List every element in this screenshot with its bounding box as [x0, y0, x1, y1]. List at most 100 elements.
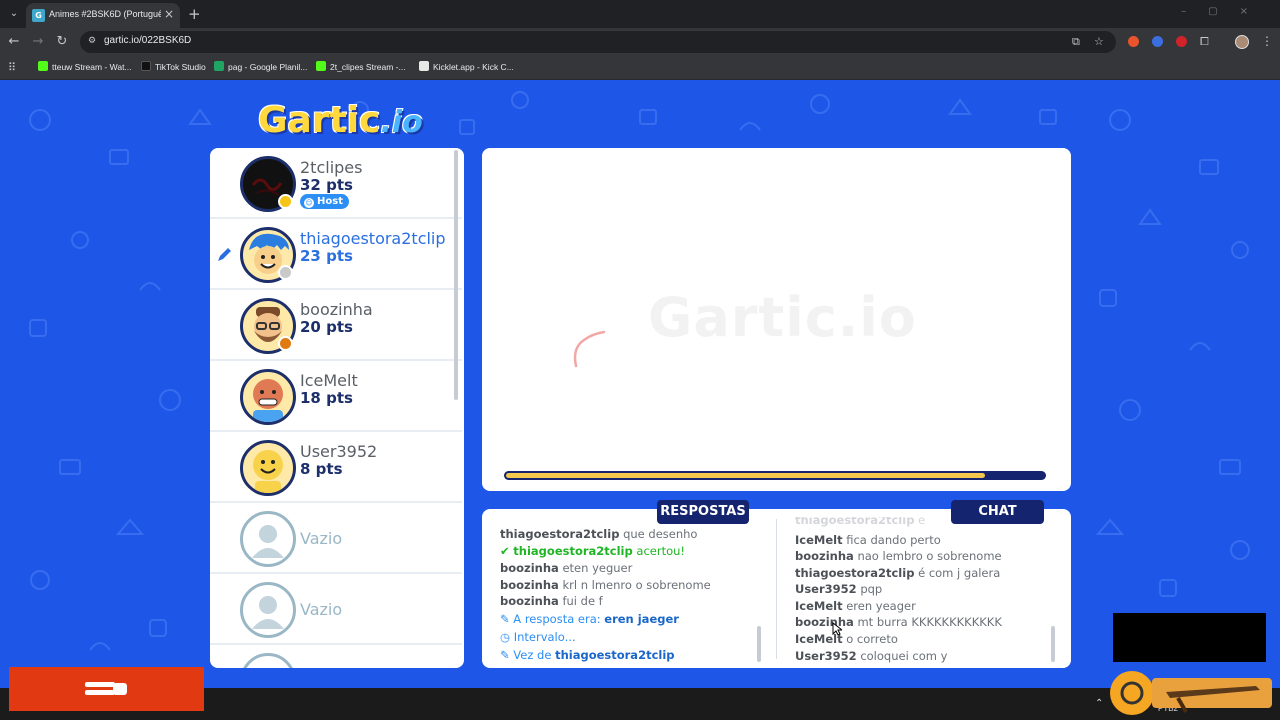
host-badge: ☺ Host: [300, 194, 349, 209]
extensions-puzzle-icon[interactable]: ⧠: [1200, 35, 1209, 49]
panel-divider: [776, 519, 777, 659]
browser-tab-active[interactable]: G Animes #2BSK6D (Português) - ×: [26, 3, 180, 28]
pencil-icon: ✎: [500, 612, 510, 626]
player-name: boozinha: [300, 300, 373, 319]
empty-slot-label: Vazio: [300, 600, 343, 619]
chat-message: IceMelt o correto: [795, 632, 898, 646]
mouse-cursor-icon: [832, 622, 842, 636]
tab-chat[interactable]: CHAT: [951, 500, 1044, 524]
bookmark-item[interactable]: Kicklet.app - Kick C...: [419, 61, 514, 75]
player-row[interactable]: thiagoestora2tclip 23 pts: [210, 219, 462, 290]
status-dot: [278, 194, 293, 209]
empty-avatar-icon: [240, 582, 296, 638]
answer-correct-message: ✔ thiagoestora2tclip acertou!: [500, 544, 686, 558]
answer-message: boozinha fui de f: [500, 594, 603, 608]
answer-message: thiagoestora2tclip que desenho: [500, 527, 698, 541]
empty-avatar-icon: [240, 653, 296, 668]
stream-logo-icon: [85, 682, 127, 695]
extension-icon[interactable]: [1128, 36, 1139, 47]
tab-answers[interactable]: RESPOSTAS: [657, 500, 749, 524]
browser-tabbar: ⌄ G Animes #2BSK6D (Português) - × + –▢×: [0, 0, 1280, 28]
check-icon: ✔: [500, 544, 510, 558]
answer-reveal-message: ✎ A resposta era: eren jaeger: [500, 612, 679, 626]
pencil-icon: [218, 248, 231, 261]
bald-avatar-image: [253, 379, 283, 422]
tray-expand-icon[interactable]: ⌃: [1095, 698, 1103, 709]
player-points: 32 pts: [300, 176, 353, 194]
forward-icon[interactable]: →: [30, 34, 46, 50]
player-row[interactable]: User3952 8 pts: [210, 432, 462, 503]
browser-toolbar: ← → ↻ ⚙ gartic.io/022BSK6D ⧉ ☆ ⧠ ⋮: [0, 28, 1280, 56]
answer-message: boozinha eten yeguer: [500, 561, 633, 575]
extension-icon[interactable]: [1176, 36, 1187, 47]
install-app-icon[interactable]: ⧉: [1072, 35, 1080, 49]
player-points: 18 pts: [300, 389, 353, 407]
drawing-canvas[interactable]: Gartic.io: [482, 148, 1071, 491]
clock-icon: ◷: [500, 630, 511, 644]
drawing-stroke: [573, 330, 606, 368]
chat-message: User3952 coloquei com y: [795, 649, 948, 663]
answers-scrollbar[interactable]: [757, 626, 761, 662]
back-icon[interactable]: ←: [6, 34, 22, 50]
timer-bar-fill: [506, 473, 985, 478]
address-bar[interactable]: ⚙ gartic.io/022BSK6D ⧉ ☆: [80, 31, 1116, 53]
status-dot: [278, 265, 293, 280]
profile-avatar[interactable]: [1235, 35, 1249, 49]
player-points: 20 pts: [300, 318, 353, 336]
players-scrollbar[interactable]: [454, 150, 458, 400]
webcam-overlay: [1113, 613, 1266, 662]
chat-message: IceMelt fica dando perto: [795, 533, 941, 547]
site-info-icon[interactable]: ⚙: [88, 36, 99, 47]
bookmark-item[interactable]: TikTok Studio: [141, 61, 206, 75]
url-text[interactable]: gartic.io/022BSK6D: [104, 35, 191, 46]
player-points: 8 pts: [300, 460, 343, 478]
bookmarks-bar: ⠿ tteuw Stream - Wat... TikTok Studio pa…: [0, 56, 1280, 80]
player-row[interactable]: boozinha 20 pts: [210, 290, 462, 361]
empty-slot[interactable]: Vazio: [210, 574, 462, 645]
player-name: User3952: [300, 442, 378, 461]
tab-search-icon[interactable]: ⌄: [6, 6, 22, 22]
gartic-favicon-icon: G: [32, 9, 45, 22]
answer-message: boozinha krl n lmenro o sobrenome: [500, 578, 711, 592]
reload-icon[interactable]: ↻: [54, 34, 70, 50]
bookmark-star-icon[interactable]: ☆: [1094, 35, 1104, 48]
kicklet-icon: [419, 61, 429, 71]
player-name: 2tclipes: [300, 158, 363, 177]
chat-message: User3952 pqp: [795, 582, 883, 596]
bookmark-item[interactable]: pag - Google Planil...: [214, 61, 307, 75]
empty-slot[interactable]: Vazio: [210, 503, 462, 574]
tab-title: Animes #2BSK6D (Português) -: [49, 9, 161, 19]
chat-scrollbar[interactable]: [1051, 626, 1055, 662]
avatar: [240, 440, 296, 496]
new-tab-icon[interactable]: +: [188, 5, 201, 23]
pencil-icon: ✎: [500, 648, 510, 662]
sheets-icon: [214, 61, 224, 71]
extension-icon[interactable]: [1152, 36, 1163, 47]
host-icon: ☺: [304, 198, 314, 208]
timer-bar: [504, 471, 1046, 480]
browser-menu-icon[interactable]: ⋮: [1261, 34, 1273, 48]
player-name: IceMelt: [300, 371, 358, 390]
chat-message: thiagoestora2tclip é com j galera: [795, 566, 1001, 580]
empty-avatar-icon: [240, 511, 296, 567]
chat-message: IceMelt eren yeager: [795, 599, 916, 613]
tiktok-icon: [141, 61, 151, 71]
chat-message: boozinha mt burra KKKKKKKKKKKK: [795, 615, 1002, 629]
kick-icon: [38, 61, 48, 71]
bookmark-item[interactable]: tteuw Stream - Wat...: [38, 61, 132, 75]
chat-message: boozinha nao lembro o sobrenome: [795, 549, 1002, 563]
chat-message: thiagoestora2tclip é: [795, 517, 926, 527]
bookmark-item[interactable]: 2t_clipes Stream -...: [316, 61, 406, 75]
window-controls[interactable]: –▢×: [1181, 6, 1270, 17]
gartic-logo: Gartic.io: [258, 100, 423, 141]
weapon-skin-overlay: [1110, 671, 1272, 715]
kick-icon: [316, 61, 326, 71]
empty-slot-label: Vazio: [300, 529, 343, 548]
apps-grid-icon[interactable]: ⠿: [8, 61, 16, 74]
tab-close-icon[interactable]: ×: [164, 7, 174, 21]
empty-slot[interactable]: [210, 645, 462, 668]
player-row[interactable]: 2tclipes 32 pts ☺ Host: [210, 148, 462, 219]
player-points: 23 pts: [300, 247, 353, 265]
yellow-avatar-image: [253, 450, 283, 493]
player-row[interactable]: IceMelt 18 pts: [210, 361, 462, 432]
